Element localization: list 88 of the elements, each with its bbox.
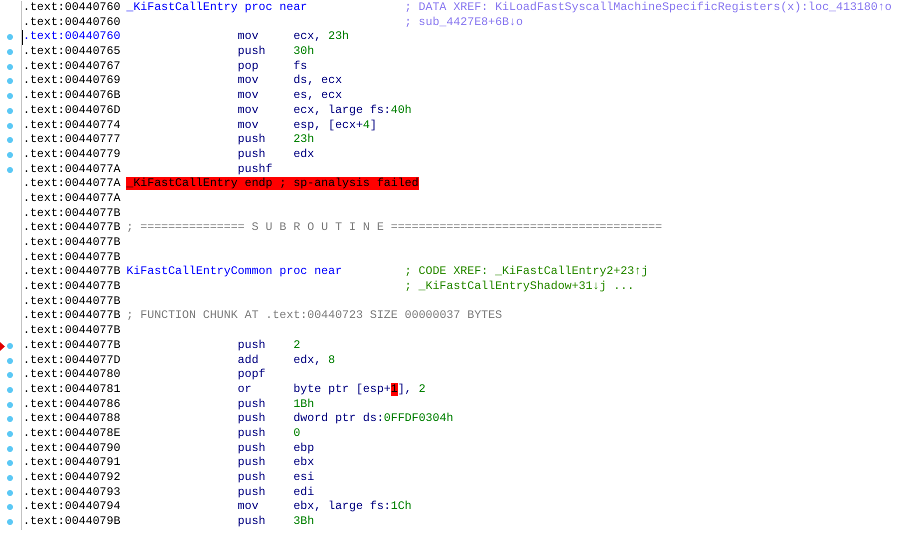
address-text: .text:00440781 — [22, 382, 122, 398]
mnemonic-text: push — [238, 486, 267, 500]
operand-text: fs — [293, 60, 308, 73]
mnemonic-text: push — [238, 338, 267, 354]
address-text: .text:0044077B — [22, 280, 122, 295]
operand-text: ecx, 23h — [293, 30, 349, 44]
xref-comment: ; _KiFastCallEntryShadow+31↓j ... — [404, 280, 634, 294]
operand-text: ebp — [293, 442, 314, 455]
address-text: .text:00440779 — [22, 148, 122, 163]
operand-text: esi — [293, 471, 314, 484]
address-text: .text:0044077B — [22, 309, 122, 324]
address-text: .text:0044077B — [22, 236, 122, 251]
separator-comment: ; =============== S U B R O U T I N E ======================================= — [126, 221, 662, 234]
operand-text: 0 — [293, 426, 300, 440]
mnemonic-text: push — [238, 133, 267, 148]
address-text: .text:0044077D — [22, 354, 122, 368]
address-text: .text:0044079B — [22, 515, 122, 530]
mnemonic-text: pushf — [238, 162, 274, 178]
address-text: .text:00440786 — [22, 398, 122, 412]
address-text: .text:0044077A — [22, 162, 122, 178]
address-text: .text:0044077B — [22, 221, 122, 236]
address-text: .text:0044077B — [22, 324, 122, 339]
address-text: .text:00440769 — [22, 74, 122, 90]
mnemonic-text: push — [238, 456, 267, 472]
mnemonic-text: mov — [238, 30, 260, 46]
address-text: .text:00440780 — [22, 368, 122, 383]
operand-text: 2 — [293, 338, 300, 352]
procedure-label: KiFastCallEntryCommon proc near — [126, 265, 344, 280]
operand-text: 3Bh — [293, 515, 314, 528]
mnemonic-text: mov — [238, 74, 260, 90]
address-text: .text:00440792 — [22, 471, 122, 486]
address-text: .text:0044077B — [22, 338, 122, 354]
operand-text: dword ptr ds:0FFDF0304h — [293, 412, 454, 426]
address-text: .text:0044078E — [22, 426, 122, 442]
mnemonic-text: push — [238, 426, 267, 442]
address-text: .text:00440760 — [22, 16, 122, 30]
mnemonic-text: mov — [238, 104, 260, 119]
operand-text: byte ptr [esp+1], 2 — [293, 382, 426, 396]
address-text: .text:0044077B — [22, 294, 122, 310]
address-text: .text:00440767 — [22, 60, 122, 74]
address-text: .text:0044076B — [22, 89, 122, 104]
address-text: .text:00440774 — [22, 118, 122, 134]
operand-text: esp, [ecx+4] — [293, 118, 377, 132]
address-text: .text:00440791 — [22, 456, 122, 471]
address-text: .text:0044076D — [22, 104, 122, 118]
mnemonic-text: push — [238, 412, 267, 427]
address-text: .text:00440760 — [22, 30, 126, 46]
address-text: .text:00440790 — [22, 442, 122, 456]
mnemonic-text: popf — [238, 368, 267, 383]
address-text: .text:00440793 — [22, 486, 122, 500]
operand-text: ebx — [293, 456, 314, 470]
address-text: .text:0044077B — [22, 265, 122, 280]
operand-text: ds, ecx — [293, 74, 342, 88]
mnemonic-text: push — [238, 45, 267, 60]
mnemonic-text: push — [238, 442, 267, 456]
mnemonic-text: mov — [238, 89, 260, 104]
mnemonic-text: push — [238, 515, 267, 530]
address-text: .text:0044077B — [22, 206, 122, 222]
address-text: .text:0044077A — [22, 192, 122, 207]
operand-text: 23h — [293, 133, 314, 146]
operand-text: ebx, large fs:1Ch — [293, 500, 412, 514]
mnemonic-text: or — [238, 382, 253, 398]
address-text: .text:00440760 — [22, 1, 122, 16]
separator-comment: ; FUNCTION CHUNK AT .text:00440723 SIZE 00000037 BYTES — [126, 309, 502, 322]
mnemonic-text: push — [238, 148, 267, 163]
mnemonic-text: mov — [238, 118, 260, 134]
operand-text: es, ecx — [293, 89, 342, 102]
address-text: .text:0044077B — [22, 250, 122, 266]
operand-text: edx, 8 — [293, 354, 336, 366]
mnemonic-text: add — [238, 354, 260, 368]
mnemonic-text: push — [238, 398, 267, 412]
operand-text: 30h — [293, 45, 314, 58]
address-text: .text:0044077A — [22, 177, 122, 192]
mnemonic-text: mov — [238, 500, 260, 516]
mnemonic-text: pop — [238, 60, 260, 74]
address-text: .text:00440794 — [22, 500, 122, 516]
operand-text: 1Bh — [293, 398, 314, 411]
address-text: .text:00440765 — [22, 45, 122, 60]
operand-text: edi — [293, 486, 314, 499]
xref-comment: ; CODE XREF: _KiFastCallEntry2+23↑j — [404, 265, 648, 278]
address-text: .text:00440777 — [22, 133, 122, 148]
operand-text: edx — [293, 148, 314, 161]
operand-text: ecx, large fs:40h — [293, 104, 412, 117]
xref-comment: ; sub_4427E8+6B↓o — [404, 16, 523, 29]
address-text: .text:00440788 — [22, 412, 122, 427]
procedure-label: _KiFastCallEntry proc near — [126, 1, 308, 16]
mnemonic-text: push — [238, 471, 267, 486]
xref-comment: ; DATA XREF: KiLoadFastSyscallMachineSpecificRegisters(x):loc_413180↑o — [404, 1, 892, 14]
